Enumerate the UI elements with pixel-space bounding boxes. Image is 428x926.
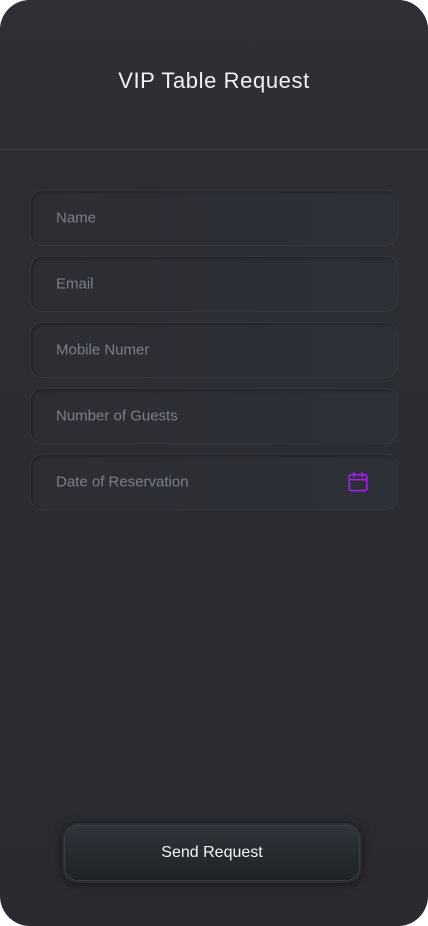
app-screen: VIP Table Request Name Email Mobile Nume… (0, 0, 428, 926)
date-of-reservation-field[interactable]: Date of Reservation (30, 454, 398, 510)
email-placeholder: Email (56, 275, 94, 293)
number-of-guests-placeholder: Number of Guests (56, 407, 178, 425)
name-placeholder: Name (56, 209, 97, 227)
name-field[interactable]: Name (30, 190, 398, 246)
send-request-button[interactable]: Send Request (64, 825, 360, 881)
number-of-guests-field[interactable]: Number of Guests (30, 388, 398, 444)
date-of-reservation-placeholder: Date of Reservation (56, 473, 189, 491)
header: VIP Table Request (0, 0, 428, 150)
calendar-icon[interactable] (347, 471, 369, 493)
mobile-number-field[interactable]: Mobile Numer (30, 322, 398, 378)
send-request-label: Send Request (161, 844, 263, 861)
page-title: VIP Table Request (118, 68, 310, 93)
mobile-number-placeholder: Mobile Numer (56, 341, 150, 359)
email-field[interactable]: Email (30, 256, 398, 312)
